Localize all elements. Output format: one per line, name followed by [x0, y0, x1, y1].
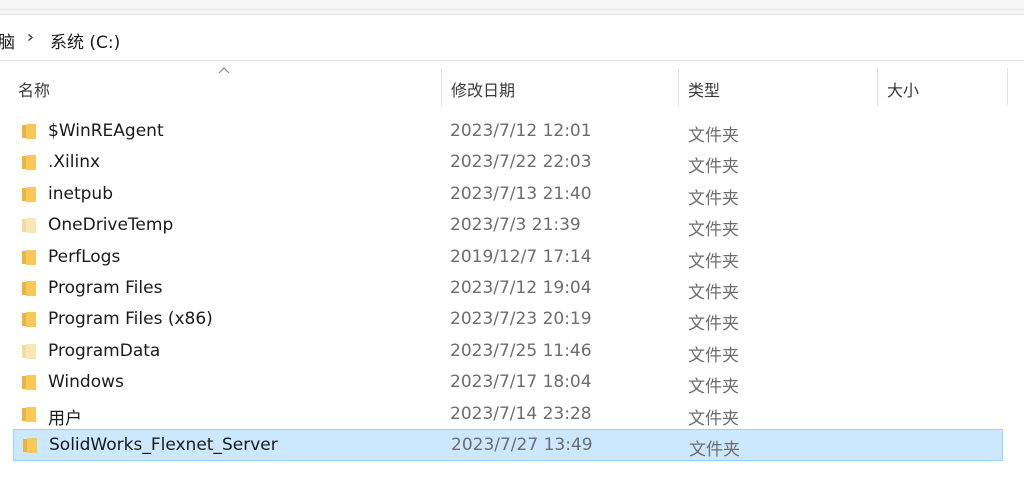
file-type: 文件夹 [688, 157, 739, 178]
file-name: 用户 [48, 408, 82, 429]
folder-icon [22, 124, 36, 139]
address-bar[interactable]: 脑 系统 (C:) [0, 15, 1024, 61]
column-header-type[interactable]: 类型 [688, 77, 720, 101]
folder-icon [22, 375, 36, 391]
file-row[interactable]: Windows 2023/7/17 18:04 文件夹 [13, 367, 1003, 397]
file-type: 文件夹 [688, 126, 739, 146]
file-modified-date: 2023/7/23 20:19 [450, 309, 592, 330]
folder-icon [22, 218, 36, 234]
divider [0, 9, 1024, 10]
file-row[interactable]: PerfLogs 2019/12/7 17:14 文件夹 [13, 242, 1003, 272]
file-name: inetpub [48, 183, 113, 204]
file-name: .Xilinx [48, 152, 101, 173]
file-modified-date: 2023/7/14 23:28 [450, 403, 592, 424]
folder-icon [22, 186, 36, 202]
window-top-strip [0, 0, 1024, 15]
file-name: ProgramData [48, 340, 161, 361]
file-type: 文件夹 [689, 440, 740, 460]
breadcrumb-item-drive-c[interactable]: 系统 (C:) [50, 28, 120, 53]
file-modified-date: 2023/7/27 13:49 [451, 435, 593, 455]
file-modified-date: 2023/7/12 12:01 [450, 121, 592, 141]
column-header-name[interactable]: 名称 [18, 77, 50, 101]
file-type: 文件夹 [688, 345, 739, 366]
file-row[interactable]: Program Files 2023/7/12 19:04 文件夹 [13, 273, 1003, 303]
file-name: SolidWorks_Flexnet_Server [49, 435, 278, 455]
file-row[interactable]: $WinREAgent 2023/7/12 12:01 文件夹 [13, 116, 1003, 146]
file-name: OneDriveTemp [48, 215, 174, 236]
file-row[interactable]: .Xilinx 2023/7/22 22:03 文件夹 [13, 147, 1003, 177]
file-modified-date: 2023/7/22 22:03 [450, 152, 592, 173]
file-modified-date: 2023/7/17 18:04 [450, 372, 592, 393]
folder-icon [22, 343, 36, 359]
file-name: Program Files [48, 278, 163, 298]
column-divider[interactable] [678, 68, 679, 106]
column-header-size[interactable]: 大小 [887, 77, 919, 101]
file-modified-date: 2023/7/25 11:46 [450, 340, 592, 361]
column-header-bar: 名称 修改日期 类型 大小 [0, 61, 1024, 111]
file-name: $WinREAgent [48, 121, 164, 141]
file-type: 文件夹 [688, 188, 739, 209]
file-type: 文件夹 [688, 283, 739, 303]
file-type: 文件夹 [688, 377, 739, 398]
file-type: 文件夹 [688, 408, 739, 429]
file-row[interactable]: ProgramData 2023/7/25 11:46 文件夹 [13, 336, 1003, 366]
file-row[interactable]: 用户 2023/7/14 23:28 文件夹 [13, 399, 1003, 429]
file-modified-date: 2023/7/12 19:04 [450, 278, 592, 298]
file-modified-date: 2023/7/3 21:39 [450, 215, 581, 236]
folder-icon [23, 438, 37, 453]
file-name: Windows [48, 372, 124, 393]
file-modified-date: 2019/12/7 17:14 [450, 246, 592, 267]
file-type: 文件夹 [688, 314, 739, 335]
chevron-right-icon[interactable] [27, 34, 34, 41]
sort-ascending-icon [218, 67, 230, 74]
file-row[interactable]: SolidWorks_Flexnet_Server 2023/7/27 13:49… [13, 429, 1003, 461]
file-type: 文件夹 [688, 251, 739, 272]
folder-icon [22, 406, 36, 422]
column-divider[interactable] [877, 68, 878, 106]
file-name: PerfLogs [48, 246, 121, 267]
file-row[interactable]: inetpub 2023/7/13 21:40 文件夹 [13, 179, 1003, 209]
file-type: 文件夹 [688, 220, 739, 241]
column-header-date[interactable]: 修改日期 [451, 77, 515, 101]
folder-icon [22, 155, 36, 171]
column-divider[interactable] [1007, 68, 1008, 106]
column-divider[interactable] [441, 68, 442, 106]
file-modified-date: 2023/7/13 21:40 [450, 183, 592, 204]
file-row[interactable]: OneDriveTemp 2023/7/3 21:39 文件夹 [13, 210, 1003, 240]
breadcrumb-item-this-pc[interactable]: 脑 [0, 28, 15, 53]
file-row[interactable]: Program Files (x86) 2023/7/23 20:19 文件夹 [13, 304, 1003, 334]
folder-icon [22, 312, 36, 328]
folder-icon [22, 281, 36, 296]
file-name: Program Files (x86) [48, 309, 213, 330]
folder-icon [22, 249, 36, 265]
